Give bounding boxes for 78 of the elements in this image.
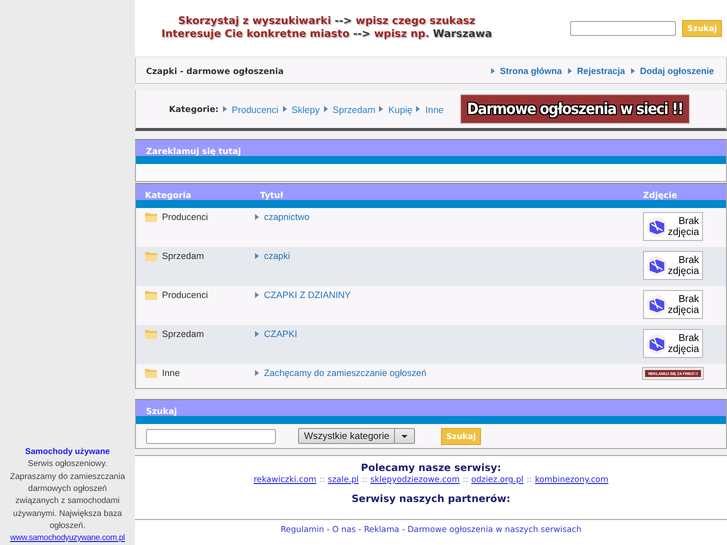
search-field[interactable] bbox=[570, 20, 676, 36]
separator: :: bbox=[362, 474, 368, 484]
bullet-icon bbox=[379, 106, 384, 112]
bullet-icon bbox=[255, 253, 259, 259]
bullet-icon bbox=[324, 106, 328, 112]
footer-link[interactable]: O nas bbox=[332, 524, 356, 534]
no-photo-image: Brak zdjęcia bbox=[643, 329, 703, 358]
bullet-icon bbox=[255, 214, 259, 220]
column-header: Tytuł bbox=[260, 189, 284, 200]
column-header: Zdjęcie bbox=[643, 189, 678, 200]
headline-text: Interesuje Cie konkretne miasto --> wpisz np. Warszawa bbox=[161, 28, 492, 41]
service-link[interactable]: sklepyodziezowe.com bbox=[370, 474, 460, 484]
broken-image-icon bbox=[646, 216, 668, 238]
separator: - bbox=[326, 524, 331, 534]
banner[interactable]: Darmowe ogłoszenia w sieci !! bbox=[460, 94, 690, 124]
no-photo-image: Brak zdjęcia bbox=[643, 251, 703, 280]
bullet-icon bbox=[255, 370, 259, 376]
folder-icon bbox=[145, 290, 157, 300]
nav-link[interactable]: Dodaj ogłoszenie bbox=[640, 66, 714, 76]
separator: :: bbox=[319, 474, 325, 484]
bullet-icon bbox=[282, 106, 287, 112]
bullet-icon bbox=[490, 68, 495, 74]
folder-icon bbox=[145, 212, 157, 222]
bullet-icon bbox=[630, 68, 635, 74]
category-dropdown[interactable]: Wszystkie kategorie bbox=[298, 428, 416, 444]
category-cell: Sprzedam bbox=[162, 329, 204, 339]
service-link[interactable]: odziez.org.pl bbox=[471, 474, 524, 484]
ad-description: Serwis ogłoszeniowy. Zapraszamy do zamieszczania darmowych ogłoszeń związanych z samochodami używanymi. Największa baza ogłoszeń. bbox=[9, 457, 126, 532]
category-cell: Sprzedam bbox=[162, 251, 204, 261]
column-header: Kategoria bbox=[145, 189, 192, 200]
listing-link[interactable]: Zachęcamy do zamieszczanie ogłoszeń bbox=[264, 368, 426, 378]
ad-title: Samochody używane bbox=[24, 444, 111, 458]
section-header: Szukaj bbox=[136, 400, 726, 424]
service-link[interactable]: rekawiczki.com bbox=[254, 474, 316, 484]
no-photo-image: Brak zdjęcia bbox=[643, 212, 703, 241]
separator: :: bbox=[526, 474, 532, 484]
nav-link[interactable]: Strona główna bbox=[500, 66, 562, 76]
separator: - bbox=[357, 524, 362, 534]
listing-link[interactable]: CZAPKI Z DZIANINY bbox=[264, 290, 351, 300]
ad-link[interactable]: www.samochodyuzywane.com.pl bbox=[0, 532, 135, 544]
separator: - bbox=[400, 524, 406, 534]
listing-link[interactable]: czapki bbox=[264, 251, 290, 261]
separator: :: bbox=[462, 474, 468, 484]
footer-link[interactable]: Regulamin bbox=[280, 524, 324, 534]
no-photo-image: Brak zdjęcia bbox=[643, 290, 703, 319]
listing-link[interactable]: CZAPKI bbox=[264, 329, 298, 339]
headline-text: Skorzystaj z wyszukiwarki --> wpisz czego szukasz bbox=[178, 15, 476, 28]
category-link[interactable]: Sprzedam bbox=[332, 104, 376, 114]
listing-link[interactable]: czapnictwo bbox=[264, 212, 310, 222]
service-link[interactable]: szale.pl bbox=[328, 474, 359, 484]
broken-image-icon bbox=[646, 294, 668, 316]
bullet-icon bbox=[255, 292, 259, 298]
nav-link[interactable]: Rejestracja bbox=[576, 66, 625, 76]
bullet-icon bbox=[255, 331, 259, 337]
category-link[interactable]: Producenci bbox=[232, 104, 279, 114]
page-title: Czapki - darmowe ogłoszenia bbox=[146, 66, 285, 76]
service-link[interactable]: kombinezony.com bbox=[534, 474, 608, 484]
folder-icon bbox=[145, 329, 157, 339]
broken-image-icon bbox=[646, 254, 668, 276]
category-cell: Producenci bbox=[162, 212, 208, 222]
broken-image-icon bbox=[646, 332, 668, 354]
folder-icon bbox=[145, 368, 157, 378]
bullet-icon bbox=[568, 68, 572, 74]
category-cell: Producenci bbox=[162, 290, 208, 300]
bullet-icon bbox=[416, 106, 420, 112]
footer-link[interactable]: Reklama bbox=[364, 524, 400, 534]
folder-icon bbox=[145, 251, 157, 261]
category-link[interactable]: Inne bbox=[425, 104, 444, 114]
footer-link[interactable]: Darmowe ogłoszenia w naszych serwisach bbox=[408, 524, 582, 534]
category-link[interactable]: Sklepy bbox=[292, 104, 320, 114]
category-cell: Inne bbox=[162, 368, 180, 378]
category-link[interactable]: Kupię bbox=[388, 104, 412, 114]
search-field[interactable] bbox=[146, 428, 276, 444]
section-title: Polecamy nasze serwisy: bbox=[360, 463, 502, 474]
section-header: Zareklamuj się tutaj bbox=[136, 140, 726, 164]
bullet-icon bbox=[222, 106, 227, 112]
categories-label: Kategorie: bbox=[169, 104, 219, 114]
section-title: Serwisy naszych partnerów: bbox=[352, 494, 510, 505]
